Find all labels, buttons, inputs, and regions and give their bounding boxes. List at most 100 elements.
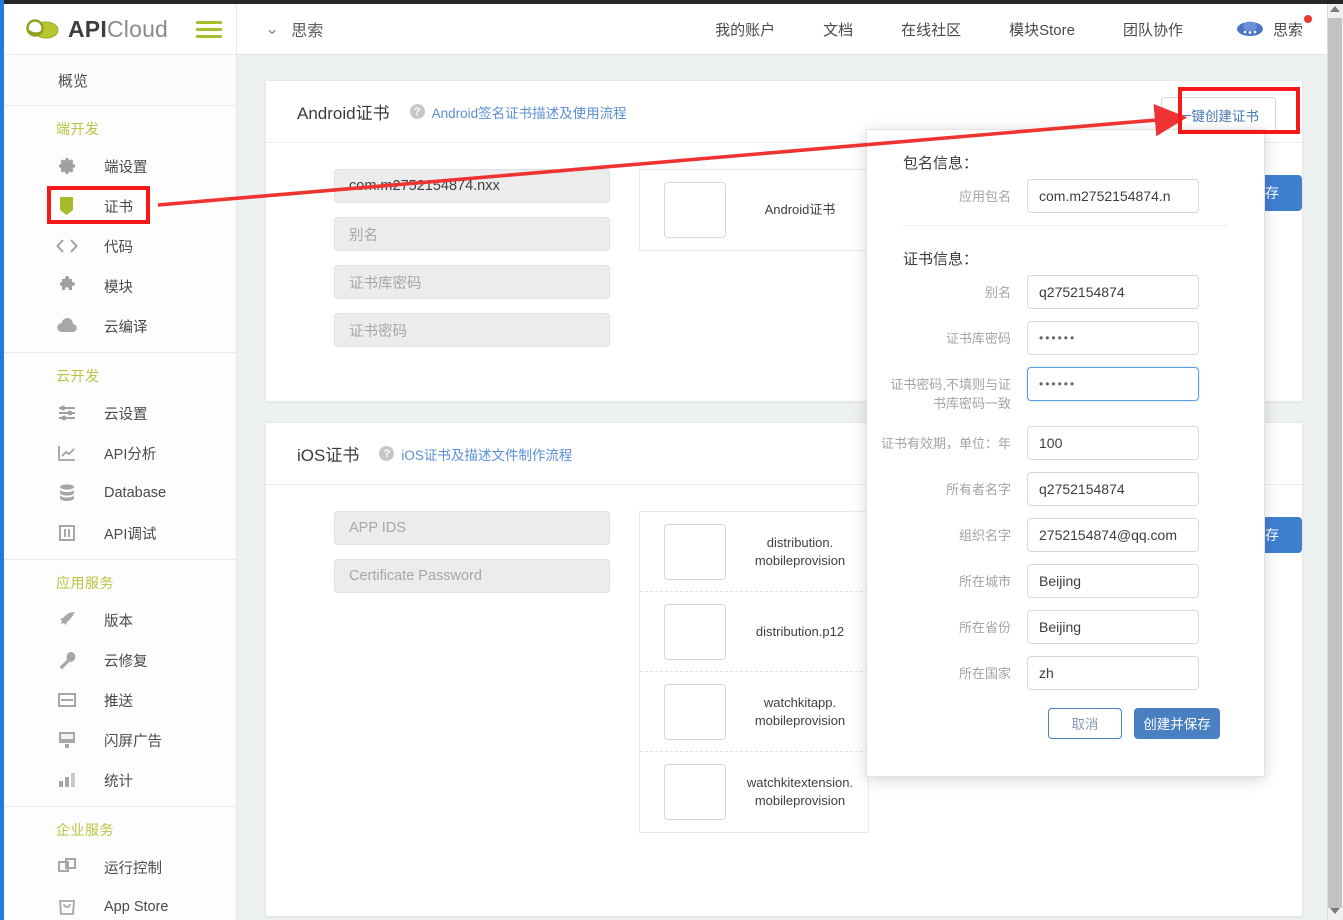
android-keystore-password-input[interactable]: 证书库密码 [334,265,610,299]
apicloud-logo-icon [26,19,59,39]
push-icon [56,689,78,711]
sidebar-item-zhengshu[interactable]: 证书 [4,186,236,226]
sidebar-item-yunbianyi[interactable]: 云编译 [4,306,236,346]
modal-cert-password-input[interactable]: •••••• [1027,367,1199,401]
sidebar-item-duanshezhi[interactable]: 端设置 [4,146,236,186]
scroll-down-arrow-icon[interactable] [1330,908,1340,914]
sidebar-item-shanpingguanggao[interactable]: 闪屏广告 [4,720,236,760]
list-item[interactable]: distribution.p12 [640,592,868,672]
sidebar: APICloud 概览 端开发 端设置 证书 代码 模块 云编译 云开发 云设置… [4,4,237,920]
android-form: com.m2752154874.nxx 别名 证书库密码 证书密码 [266,169,611,361]
sidebar-item-label: 代码 [104,239,133,256]
modal-field-row: 证书有效期，单位：年 100 [867,425,1264,460]
list-item[interactable]: watchkitapp. mobileprovision [640,672,868,752]
sidebar-group-qiyefuwu: 企业服务 运行控制 App Store [4,807,236,920]
project-selector[interactable]: ⌄ 思索 [265,17,323,41]
menu-icon[interactable] [196,17,222,42]
user-menu[interactable]: 思索 [1235,15,1312,40]
list-item[interactable]: watchkitextension. mobileprovision [640,752,868,832]
modal-field-label: 证书库密码 [945,331,1011,346]
file-name: watchkitapp. mobileprovision [754,694,846,728]
sidebar-item-yunxingkongzhi[interactable]: 运行控制 [4,847,236,887]
android-package-name-input[interactable]: com.m2752154874.nxx [334,169,610,203]
sidebar-item-mokuai[interactable]: 模块 [4,266,236,306]
sidebar-item-label: 证书 [104,199,133,216]
sidebar-item-yunxiufu[interactable]: 云修复 [4,640,236,680]
list-item[interactable]: Android证书 [640,170,868,250]
sidebar-group-yunkaifa: 云开发 云设置 API分析 Database API调试 [4,353,236,560]
ios-app-ids-input[interactable]: APP IDS [334,511,610,545]
top-header: ⌄ 思索 我的账户 文档 在线社区 模块Store 团队协作 思索 [237,4,1343,55]
chevron-down-icon: ⌄ [265,19,280,38]
question-icon: ? [409,104,425,119]
modal-section-package-title: 包名信息： [903,155,979,172]
android-cert-password-input[interactable]: 证书密码 [334,313,610,347]
nav-community[interactable]: 在线社区 [901,19,961,40]
cloud-icon [56,315,78,337]
ios-help-link[interactable]: ? iOS证书及描述文件制作流程 [379,444,572,464]
bar-chart-icon [56,769,78,791]
code-icon [56,235,78,257]
modal-field-row: 别名 q2752154874 [867,275,1264,309]
file-thumbnail[interactable] [664,603,726,660]
sidebar-item-daima[interactable]: 代码 [4,226,236,266]
sidebar-item-database[interactable]: Database [4,473,236,513]
modal-keystore-password-input[interactable]: •••••• [1027,321,1199,355]
modal-owner-name-input[interactable]: q2752154874 [1027,471,1199,506]
sidebar-group-title: 应用服务 [56,575,114,591]
sidebar-item-label: 云设置 [104,406,148,423]
list-item[interactable]: distribution. mobileprovision [640,512,868,592]
sidebar-item-api-fenxi[interactable]: API分析 [4,433,236,473]
sidebar-item-label: 版本 [104,613,133,630]
nav-team-collab[interactable]: 团队协作 [1123,19,1183,40]
modal-org-name-input[interactable]: 2752154874@qq.com [1027,517,1199,552]
cancel-button[interactable]: 取消 [1048,707,1122,739]
modal-field-label: 所在省份 [958,619,1011,635]
file-thumbnail[interactable] [664,683,726,740]
modal-field-row: 所在城市 Beijing [867,563,1264,598]
file-thumbnail[interactable] [664,523,726,580]
nav-module-store[interactable]: 模块Store [1009,19,1075,40]
scroll-up-arrow-icon[interactable] [1330,6,1340,12]
create-and-save-button[interactable]: 创建并保存 [1134,707,1220,739]
windows-icon [56,856,78,878]
file-thumbnail[interactable] [664,182,726,238]
page-scrollbar-thumb[interactable] [1328,18,1342,908]
modal-country-input[interactable]: zh [1027,655,1199,690]
sidebar-item-tuisong[interactable]: 推送 [4,680,236,720]
android-file-list: Android证书 [639,169,869,361]
modal-field-row: 组织名字 2752154874@qq.com [867,517,1264,552]
android-alias-input[interactable]: 别名 [334,217,610,251]
sidebar-group-title: 端开发 [56,121,100,137]
one-key-create-cert-button[interactable]: 一键创建证书 [1161,97,1276,133]
modal-province-input[interactable]: Beijing [1027,609,1199,644]
gear-icon [56,155,78,177]
ios-cert-password-input[interactable]: Certificate Password [334,559,610,593]
sidebar-item-label: API分析 [104,446,157,463]
sidebar-item-banben[interactable]: 版本 [4,600,236,640]
sidebar-group-title: 企业服务 [56,822,114,838]
notification-dot [1304,15,1312,23]
sidebar-item-api-tiaoshi[interactable]: API调试 [4,513,236,553]
modal-actions: 取消 创建并保存 [867,702,1264,739]
ios-file-box: distribution. mobileprovision distributi… [639,511,869,833]
modal-city-input[interactable]: Beijing [1027,563,1199,598]
sidebar-item-yunshezhi[interactable]: 云设置 [4,393,236,433]
modal-package-name-input[interactable]: com.m2752154874.n [1027,179,1199,213]
file-thumbnail[interactable] [664,764,726,820]
ios-help-text: iOS证书及描述文件制作流程 [401,447,573,463]
puzzle-icon [56,275,78,297]
modal-validity-years-input[interactable]: 100 [1027,425,1199,460]
modal-alias-input[interactable]: q2752154874 [1027,275,1199,309]
sidebar-item-overview[interactable]: 概览 [4,55,236,106]
android-help-text: Android签名证书描述及使用流程 [431,105,627,121]
avatar-icon [1236,21,1263,36]
sidebar-item-label: 推送 [104,693,133,710]
nav-my-account[interactable]: 我的账户 [715,19,775,40]
android-help-link[interactable]: ? Android签名证书描述及使用流程 [409,102,627,122]
database-icon [56,482,78,504]
file-name: distribution.p12 [755,623,845,639]
nav-docs[interactable]: 文档 [823,19,853,40]
sidebar-item-tongji[interactable]: 统计 [4,760,236,800]
sidebar-item-app-store[interactable]: App Store [4,887,236,920]
